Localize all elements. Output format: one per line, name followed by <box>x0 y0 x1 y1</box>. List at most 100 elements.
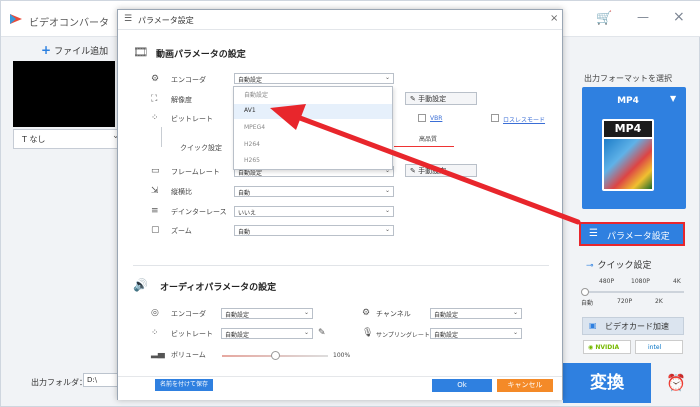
dropdown-option-mpeg4[interactable]: MPEG4 <box>234 121 392 136</box>
tick-720p: 720P <box>617 298 633 305</box>
deinterlace-label: デインターレース <box>171 208 227 216</box>
deinterlace-select[interactable]: いいえ ⌄ <box>234 206 394 217</box>
audio-section-title: オーディオパラメータの設定 <box>160 283 277 293</box>
lossless-checkbox[interactable] <box>491 114 499 122</box>
chevron-down-icon: ⌄ <box>303 329 309 336</box>
resolution-label: 解像度 <box>171 96 192 104</box>
tick-4k: 4K <box>673 278 681 285</box>
section-divider <box>133 265 549 266</box>
video-settings-icon: 🎞 <box>133 45 149 59</box>
sliders-icon: ☰ <box>589 228 598 239</box>
deinterlace-value: いいえ <box>238 210 257 217</box>
parameter-settings-label: パラメータ設定 <box>607 232 670 242</box>
channel-select[interactable]: 自動設定 ⌄ <box>430 308 522 319</box>
alarm-clock-icon[interactable]: ⏰ <box>653 363 699 403</box>
subtitle-value: T なし <box>22 135 46 144</box>
parameter-settings-button[interactable]: ☰ パラメータ設定 <box>579 222 685 246</box>
app-title: ビデオコンバータ <box>29 18 109 29</box>
lossless-label[interactable]: ロスレスモード <box>503 115 545 124</box>
volume-slider-knob[interactable] <box>271 351 280 360</box>
convert-button[interactable]: 変換 <box>563 363 651 403</box>
samplerate-select[interactable]: 自動設定 ⌄ <box>430 328 522 339</box>
audio-bitrate-label: ビットレート <box>171 330 213 338</box>
audio-bitrate-icon: ⁘ <box>151 328 159 338</box>
aspect-icon: ⇲ <box>151 186 159 196</box>
gpu-acceleration-button[interactable]: ▣ ビデオカード加速 <box>582 317 684 335</box>
samplerate-value: 自動設定 <box>434 332 459 339</box>
vbr-checkbox[interactable] <box>418 114 426 122</box>
video-preview <box>13 61 115 127</box>
volume-icon: ▂▄ <box>151 349 165 359</box>
dialog-titlebar: ☰ パラメータ設定 × <box>118 10 562 30</box>
cancel-button[interactable]: キャンセル <box>497 379 553 392</box>
triangle-down-icon: ▼ <box>670 94 677 103</box>
tick-auto: 自動 <box>581 300 594 307</box>
audio-bitrate-select[interactable]: 自動設定 ⌄ <box>221 328 313 339</box>
encoder-select[interactable]: 自動設定 ⌄ <box>234 73 394 84</box>
chevron-down-icon: ⌄ <box>384 207 390 214</box>
chevron-down-icon: ⌄ <box>512 329 518 336</box>
encoder-icon: ⚙ <box>151 74 160 84</box>
audio-bitrate-value: 自動設定 <box>225 332 250 339</box>
vbr-label[interactable]: VBR <box>430 115 442 122</box>
channel-value: 自動設定 <box>434 312 459 319</box>
chevron-down-icon: ⌄ <box>384 226 390 233</box>
format-name: MP4 <box>617 96 639 106</box>
ok-button[interactable]: Ok <box>432 379 492 392</box>
audio-encoder-select[interactable]: 自動設定 ⌄ <box>221 308 313 319</box>
framerate-value: 自動設定 <box>238 170 263 177</box>
slider-icon: ⊸ <box>586 261 594 271</box>
quick-settings-slider[interactable] <box>584 291 684 293</box>
dialog-title: パラメータ設定 <box>138 16 194 25</box>
pencil-icon: ✎ <box>410 95 416 103</box>
quick-settings-knob[interactable] <box>581 288 589 296</box>
mp4-format-icon: MP4 <box>602 119 654 191</box>
resolution-icon: ⛶ <box>151 94 158 104</box>
framerate-manual-button[interactable]: ✎ 手動設定 <box>405 164 477 177</box>
manual-setting-label: 手動設定 <box>418 95 447 103</box>
audio-settings-icon: 🔊 <box>133 278 148 292</box>
parameter-settings-dialog: ☰ パラメータ設定 × 🎞 動画パラメータの設定 ⚙ エンコーダ 自動設定 ⌄ ⛶… <box>117 9 563 400</box>
quick-settings-title: ⊸ クイック設定 <box>586 261 652 271</box>
intel-badge: intel <box>635 340 683 354</box>
tick-480p: 480P <box>599 278 615 285</box>
add-file-button[interactable]: + ファイル追加 <box>41 43 108 57</box>
nvidia-badge: ◉ NVIDIA <box>583 340 631 354</box>
close-icon[interactable]: × <box>550 13 558 24</box>
audio-encoder-label: エンコーダ <box>171 310 206 318</box>
channel-icon: ⚙ <box>362 308 371 318</box>
encoder-dropdown-list: 自動設定 AV1 MPEG4 H264 H265 <box>233 86 393 170</box>
format-card[interactable]: MP4 ▼ MP4 <box>582 87 686 209</box>
subtitle-select[interactable]: T なし ⌄ <box>13 129 121 149</box>
resolution-manual-button[interactable]: ✎ 手動設定 <box>405 92 477 105</box>
volume-value: 100% <box>333 352 351 359</box>
volume-label: ボリューム <box>171 351 206 359</box>
save-as-button[interactable]: 名前を付けて保存 <box>155 379 213 391</box>
framerate-icon: ▭ <box>151 166 160 176</box>
high-quality-label: 高品質 <box>419 136 438 143</box>
pencil-icon: ✎ <box>410 167 416 175</box>
mp4-icon-image <box>604 139 652 189</box>
dropdown-option-auto[interactable]: 自動設定 <box>234 87 392 102</box>
gpu-acceleration-label: ビデオカード加速 <box>605 322 669 331</box>
aspect-select[interactable]: 自動 ⌄ <box>234 186 394 197</box>
tree-line <box>161 127 162 147</box>
cart-icon[interactable]: 🛒 <box>596 11 612 26</box>
aspect-value: 自動 <box>238 190 251 197</box>
dropdown-option-av1[interactable]: AV1 <box>234 104 392 119</box>
dropdown-option-h264[interactable]: H264 <box>234 138 392 153</box>
quality-slider-track[interactable] <box>394 146 454 147</box>
chevron-down-icon: ⌄ <box>384 187 390 194</box>
close-icon[interactable]: × <box>673 9 685 25</box>
samplerate-label: サンプリングレート <box>376 332 430 339</box>
pencil-icon[interactable]: ✎ <box>318 328 326 338</box>
minimize-icon[interactable]: — <box>637 10 649 24</box>
app-logo-icon <box>10 14 22 24</box>
chevron-down-icon: ⌄ <box>303 309 309 316</box>
bitrate-label: ビットレート <box>171 115 213 123</box>
dropdown-option-h265[interactable]: H265 <box>234 154 392 169</box>
zoom-select[interactable]: 自動 ⌄ <box>234 225 394 236</box>
zoom-label: ズーム <box>171 227 192 235</box>
output-folder-label: 出力フォルダ： <box>31 378 87 387</box>
add-file-label: ファイル追加 <box>54 47 109 57</box>
